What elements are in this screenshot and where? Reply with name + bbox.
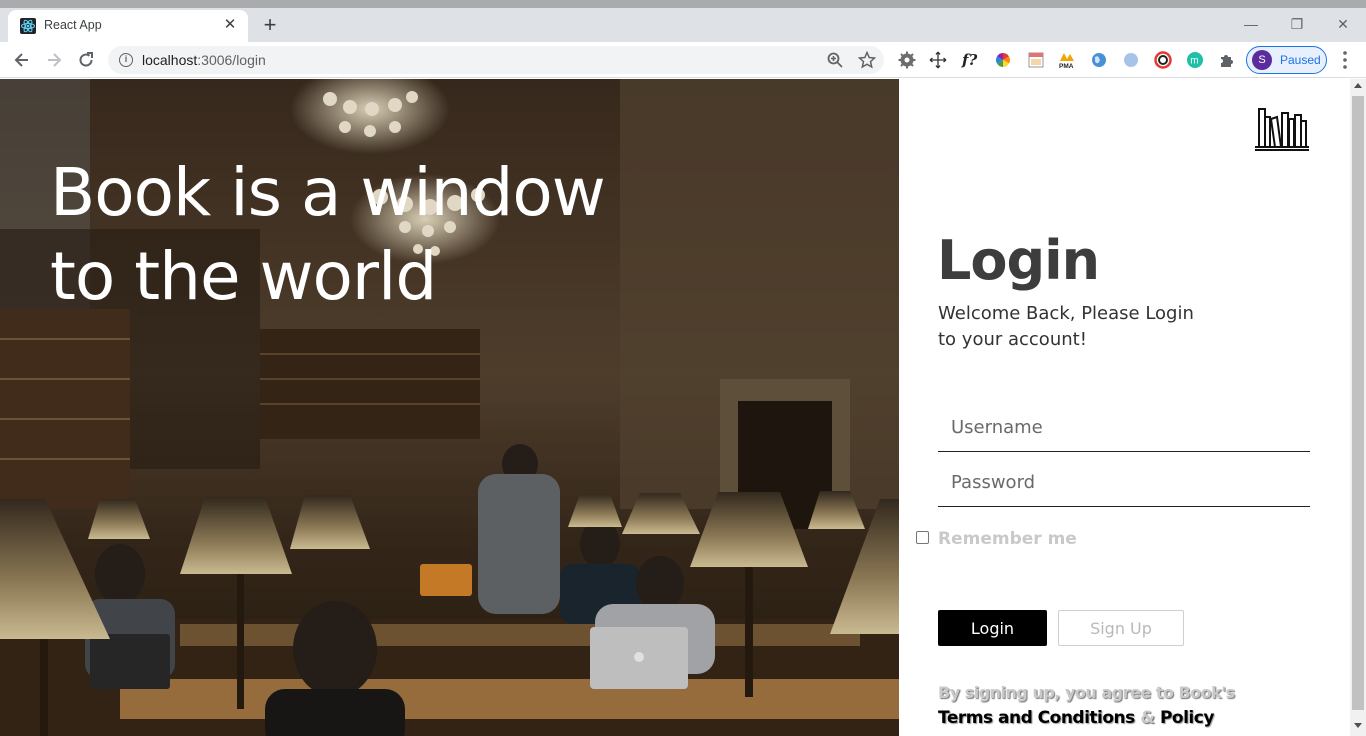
browser-tab[interactable]: React App ✕	[8, 10, 248, 42]
remember-me-label[interactable]: Remember me	[938, 529, 1077, 549]
move-icon[interactable]	[929, 51, 947, 69]
more-menu-icon[interactable]	[1338, 49, 1352, 71]
login-button[interactable]: Login	[938, 610, 1047, 646]
terms-and-conditions-link[interactable]: Terms and Conditions	[938, 708, 1135, 728]
scroll-up-arrow-icon[interactable]	[1354, 83, 1362, 88]
password-input[interactable]	[938, 459, 1310, 507]
page-viewport: Book is a window to the world Login Welc…	[0, 79, 1350, 736]
close-window-icon[interactable]: ✕	[1333, 14, 1353, 34]
address-bar[interactable]: i localhost:3006/login	[108, 46, 884, 74]
compass-icon[interactable]	[1122, 51, 1140, 69]
site-info-icon[interactable]: i	[119, 53, 133, 67]
hero-headline-line1: Book is a window	[50, 154, 606, 231]
hero-headline: Book is a window to the world	[50, 151, 750, 319]
policy-link[interactable]: Policy	[1160, 708, 1214, 728]
hero-image: Book is a window to the world	[0, 79, 899, 736]
settings-gear-icon[interactable]	[898, 51, 916, 69]
close-tab-icon[interactable]: ✕	[222, 17, 238, 33]
avatar: S	[1252, 50, 1272, 70]
scroll-thumb[interactable]	[1352, 96, 1364, 710]
restore-icon[interactable]: ❐	[1287, 14, 1307, 34]
earth-icon[interactable]	[1090, 51, 1108, 69]
hero-headline-line2: to the world	[50, 238, 437, 315]
forward-arrow-icon[interactable]	[44, 50, 64, 70]
react-icon	[20, 18, 36, 34]
tab-title: React App	[44, 18, 102, 32]
color-wheel-icon[interactable]	[994, 51, 1012, 69]
terms-ampersand: &	[1140, 708, 1155, 728]
welcome-text: Welcome Back, Please Login to your accou…	[938, 303, 1194, 350]
new-tab-icon[interactable]: +	[260, 14, 280, 36]
back-arrow-icon[interactable]	[12, 50, 32, 70]
svg-text:PMA: PMA	[1059, 63, 1074, 69]
m-icon[interactable]: m	[1186, 51, 1204, 69]
minimize-icon[interactable]: —	[1241, 14, 1261, 34]
page-title: Login	[937, 229, 1100, 292]
page-scrollbar[interactable]	[1350, 79, 1366, 736]
color-picker-icon[interactable]	[1154, 51, 1172, 69]
puzzle-icon[interactable]	[1218, 51, 1236, 69]
remember-me-checkbox[interactable]	[916, 531, 929, 544]
scroll-down-arrow-icon[interactable]	[1354, 723, 1362, 728]
signup-button[interactable]: Sign Up	[1058, 610, 1184, 646]
pma-icon[interactable]: PMA	[1058, 51, 1076, 69]
bookshelf-logo-icon	[1255, 108, 1309, 151]
username-input[interactable]	[938, 404, 1310, 452]
terms-notice: By signing up, you agree to Book's	[938, 683, 1235, 702]
profile-status: Paused	[1280, 53, 1321, 67]
profile-button[interactable]: S Paused	[1246, 46, 1327, 74]
tab-bar: React App ✕ + — ❐ ✕	[0, 8, 1366, 42]
browser-toolbar: i localhost:3006/login f? PMA m S Paused	[0, 42, 1366, 78]
calendar-icon[interactable]	[1027, 51, 1045, 69]
window-top-strip	[0, 0, 1366, 8]
svg-text:m: m	[1190, 56, 1198, 67]
fonts-icon[interactable]: f?	[962, 51, 980, 69]
reload-icon[interactable]	[76, 50, 96, 70]
login-panel: Login Welcome Back, Please Login to your…	[899, 79, 1350, 736]
terms-links: Terms and Conditions & Policy	[938, 708, 1214, 728]
url-text[interactable]: localhost:3006/login	[142, 52, 266, 68]
bookmark-star-icon[interactable]	[858, 51, 876, 69]
zoom-icon[interactable]	[826, 51, 844, 69]
